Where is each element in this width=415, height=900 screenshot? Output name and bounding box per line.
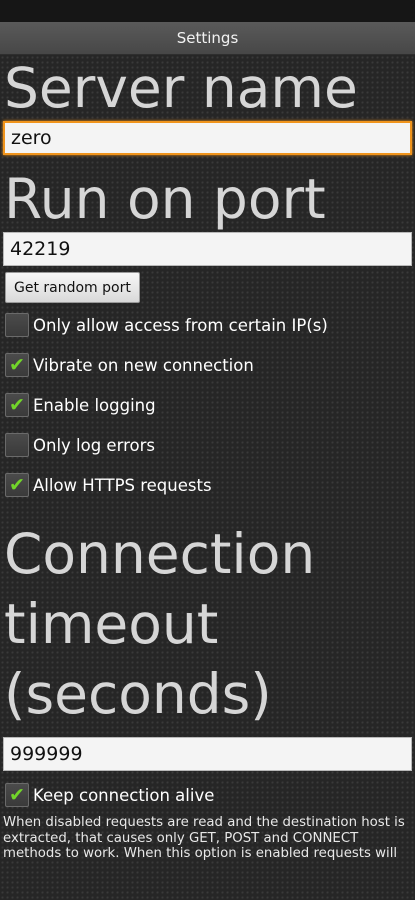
checkbox-checked-icon[interactable]: ✔ bbox=[5, 393, 29, 417]
timeout-input[interactable] bbox=[3, 737, 412, 771]
timeout-heading-line: Connection bbox=[4, 522, 316, 586]
option-label: Keep connection alive bbox=[33, 785, 215, 805]
option-vibrate[interactable]: ✔ Vibrate on new connection bbox=[0, 345, 415, 385]
option-log-errors-only[interactable]: Only log errors bbox=[0, 425, 415, 465]
timeout-heading: Connection timeout (seconds) bbox=[0, 519, 415, 729]
timeout-heading-line: (seconds) bbox=[4, 662, 272, 726]
option-label: Allow HTTPS requests bbox=[33, 475, 212, 495]
port-heading: Run on port bbox=[4, 167, 326, 231]
checkbox-checked-icon[interactable]: ✔ bbox=[5, 783, 29, 807]
option-label: Vibrate on new connection bbox=[33, 355, 254, 375]
option-enable-logging[interactable]: ✔ Enable logging bbox=[0, 385, 415, 425]
options-list: Only allow access from certain IP(s) ✔ V… bbox=[0, 305, 415, 505]
option-label: Only log errors bbox=[33, 435, 155, 455]
option-allow-https[interactable]: ✔ Allow HTTPS requests bbox=[0, 465, 415, 505]
port-input[interactable] bbox=[3, 232, 412, 266]
checkbox-unchecked-icon[interactable] bbox=[5, 313, 29, 337]
server-name-input[interactable] bbox=[3, 121, 412, 155]
option-keep-alive[interactable]: ✔ Keep connection alive bbox=[0, 775, 415, 815]
checkbox-checked-icon[interactable]: ✔ bbox=[5, 473, 29, 497]
timeout-heading-line: timeout bbox=[4, 592, 219, 656]
keep-alive-description: When disabled requests are read and the … bbox=[3, 815, 405, 861]
option-label: Enable logging bbox=[33, 395, 156, 415]
server-name-heading: Server name bbox=[4, 56, 358, 120]
status-bar bbox=[0, 0, 415, 22]
page-title: Settings bbox=[176, 29, 239, 47]
option-ip-restriction[interactable]: Only allow access from certain IP(s) bbox=[0, 305, 415, 345]
checkbox-checked-icon[interactable]: ✔ bbox=[5, 353, 29, 377]
settings-content: Server name Run on port Get random port … bbox=[0, 55, 415, 862]
checkbox-unchecked-icon[interactable] bbox=[5, 433, 29, 457]
option-label: Only allow access from certain IP(s) bbox=[33, 315, 328, 335]
title-bar: Settings bbox=[0, 22, 415, 55]
get-random-port-button[interactable]: Get random port bbox=[5, 272, 140, 303]
